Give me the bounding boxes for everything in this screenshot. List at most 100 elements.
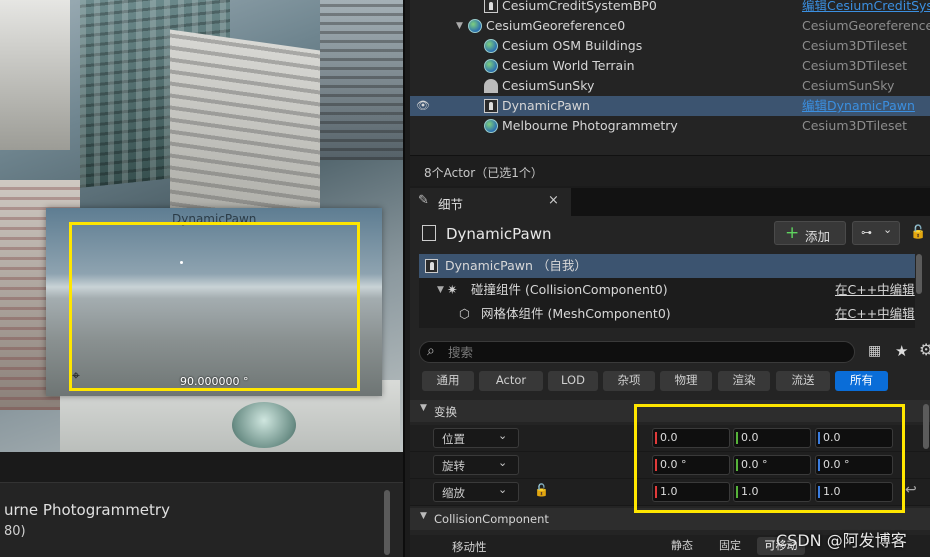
outliner-row-type: Cesium3DTileset [802, 38, 908, 53]
outliner-row-name: CesiumCreditSystemBP0 [502, 0, 657, 13]
details-tab-bar: ✎ 细节 × [410, 188, 930, 216]
pawn-icon [484, 99, 498, 113]
outliner-row-type: CesiumSunSky [802, 78, 895, 93]
pawn-icon [422, 225, 436, 241]
mobility-static[interactable]: 静态 [662, 537, 702, 555]
actor-count: 8个Actor（已选1个） [424, 166, 543, 180]
search-input[interactable] [448, 344, 838, 361]
filter-actor[interactable]: Actor [479, 371, 543, 391]
lock-icon[interactable]: 🔓 [910, 225, 926, 240]
outliner-row[interactable]: CesiumCreditSystemBP0 编辑CesiumCreditSyst [410, 0, 930, 16]
transform-highlight-box [634, 404, 905, 513]
outliner-row-type: Cesium3DTileset [802, 118, 908, 133]
asset-title: urne Photogrammetry [4, 501, 170, 519]
component-name: 网格体组件 (MeshComponent0) [481, 306, 671, 321]
collision-icon: ✷ [447, 282, 458, 297]
sun-point [180, 261, 183, 264]
preview-highlight-frame [69, 222, 360, 391]
outliner-row[interactable]: CesiumSunSky CesiumSunSky [410, 76, 930, 96]
outliner-row-name: CesiumSunSky [502, 78, 595, 93]
blueprint-icon: ⊶ [861, 226, 872, 239]
plus-icon: + [785, 223, 800, 243]
lock-icon[interactable]: 🔓 [534, 483, 549, 497]
outliner-row-type-link[interactable]: 编辑DynamicPawn [802, 96, 915, 116]
grid-view-icon[interactable]: ▦ [868, 343, 881, 359]
chevron-down-icon: ⌄ [498, 483, 508, 496]
location-dropdown[interactable]: 位置 ⌄ [433, 428, 519, 448]
asset-subtitle: 80) [4, 524, 26, 539]
fov-label: 90.000000 ° [180, 375, 249, 388]
outliner-row-name: CesiumGeoreference0 [486, 18, 626, 33]
category-title: 变换 [434, 405, 457, 419]
outliner-row-type: CesiumGeoreference [802, 18, 930, 33]
collapse-arrow-icon: ▼ [420, 511, 427, 521]
dome-building [232, 402, 296, 448]
mesh-icon: ⬡ [459, 306, 470, 321]
sun-sky-icon [484, 79, 498, 93]
category-title: CollisionComponent [434, 512, 549, 526]
outliner-row-name: DynamicPawn [502, 98, 590, 113]
tab-label: 细节 [438, 197, 464, 212]
star-icon[interactable]: ★ [895, 342, 908, 360]
blueprint-options-button[interactable]: ⊶ ⌄ [852, 221, 900, 245]
eye-icon[interactable]: 👁 [416, 96, 430, 116]
filter-physics[interactable]: 物理 [660, 371, 712, 391]
pawn-icon [484, 0, 498, 13]
search-box[interactable]: ⌕ [419, 341, 855, 363]
chevron-down-icon: ⌄ [498, 429, 508, 442]
actor-name: DynamicPawn [446, 225, 552, 243]
globe-icon [468, 19, 482, 33]
filter-general[interactable]: 通用 [422, 371, 474, 391]
scrollbar[interactable] [384, 490, 390, 555]
filter-lod[interactable]: LOD [548, 371, 598, 391]
outliner-row-type-link[interactable]: 编辑CesiumCreditSyst [802, 0, 930, 16]
asset-info-body [0, 482, 403, 557]
reset-icon[interactable]: ↩ [905, 482, 917, 498]
dropdown-label: 旋转 [442, 459, 465, 473]
expand-arrow-icon[interactable]: ▼ [437, 278, 444, 302]
outliner-row-name: Cesium World Terrain [502, 58, 635, 73]
close-icon[interactable]: × [548, 193, 559, 208]
scale-dropdown[interactable]: 缩放 ⌄ [433, 482, 519, 502]
mobility-stationary[interactable]: 固定 [710, 537, 750, 555]
outliner-row-selected[interactable]: 👁 DynamicPawn 编辑DynamicPawn [410, 96, 930, 116]
chevron-down-icon: ⌄ [883, 223, 893, 236]
outliner-row[interactable]: Melbourne Photogrammetry Cesium3DTileset [410, 116, 930, 136]
tab-details[interactable]: ✎ 细节 × [410, 188, 571, 216]
outliner-row[interactable]: Cesium World Terrain Cesium3DTileset [410, 56, 930, 76]
edit-in-cpp-link[interactable]: 在C++中编辑 [835, 302, 915, 326]
component-tree: DynamicPawn （自我） ▼ ✷ 碰撞组件 (CollisionComp… [419, 254, 915, 328]
component-name: 碰撞组件 (CollisionComponent0) [471, 282, 668, 297]
globe-icon [484, 59, 498, 73]
globe-icon [484, 39, 498, 53]
building [0, 0, 70, 150]
rotation-dropdown[interactable]: 旋转 ⌄ [433, 455, 519, 475]
filter-misc[interactable]: 杂项 [603, 371, 655, 391]
details-tab-icon: ✎ [418, 193, 429, 208]
filter-streaming[interactable]: 流送 [776, 371, 830, 391]
filter-rendering[interactable]: 渲染 [718, 371, 770, 391]
outliner-row[interactable]: ▼ CesiumGeoreference0 CesiumGeoreference [410, 16, 930, 36]
scrollbar[interactable] [923, 404, 929, 449]
filter-all[interactable]: 所有 [835, 371, 888, 391]
dropdown-label: 缩放 [442, 486, 465, 500]
search-icon: ⌕ [427, 343, 435, 359]
add-component-button[interactable]: + 添加 [774, 221, 846, 245]
outliner-row[interactable]: Cesium OSM Buildings Cesium3DTileset [410, 36, 930, 56]
outliner-row-name: Melbourne Photogrammetry [502, 118, 678, 133]
globe-icon [484, 119, 498, 133]
scrollbar[interactable] [916, 254, 922, 294]
edit-in-cpp-link[interactable]: 在C++中编辑 [835, 278, 915, 302]
chevron-down-icon: ⌄ [498, 456, 508, 469]
outliner-row-name: Cesium OSM Buildings [502, 38, 643, 53]
mobility-label: 移动性 [452, 540, 487, 554]
outliner-footer: 8个Actor（已选1个） [410, 155, 930, 186]
watermark: CSDN @阿发博客 [776, 531, 907, 550]
component-row[interactable]: ⬡ 网格体组件 (MeshComponent0) 在C++中编辑 [419, 302, 915, 326]
collapse-arrow-icon: ▼ [420, 403, 427, 413]
gear-icon[interactable]: ⚙ [919, 340, 930, 359]
component-row[interactable]: ▼ ✷ 碰撞组件 (CollisionComponent0) 在C++中编辑 [419, 278, 915, 302]
crosshair-icon: ⌖ [72, 368, 80, 384]
component-row-selected[interactable]: DynamicPawn （自我） [419, 254, 915, 278]
expand-arrow-icon[interactable]: ▼ [456, 16, 463, 36]
